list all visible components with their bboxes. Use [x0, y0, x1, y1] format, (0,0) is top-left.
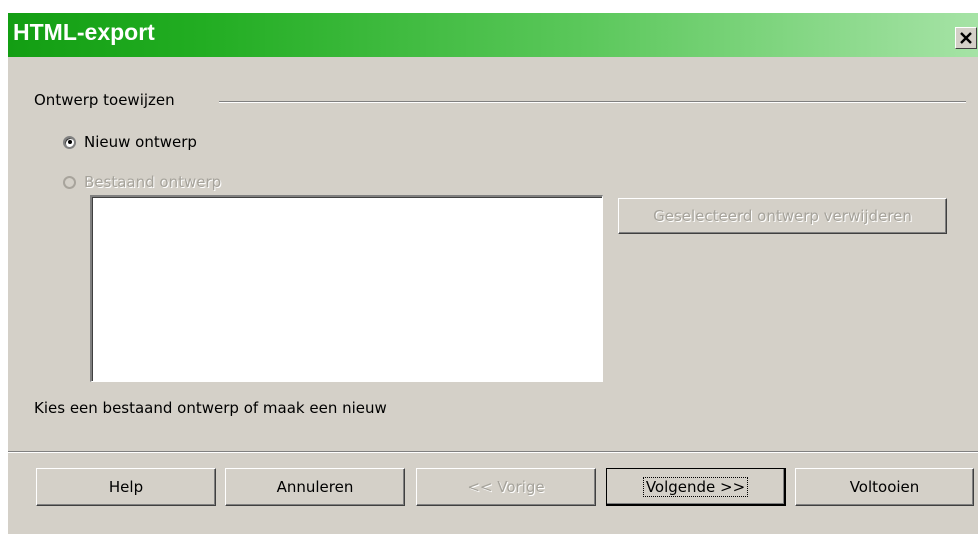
previous-button-label: << Vorige [467, 478, 545, 496]
radio-new-design-label[interactable]: Nieuw ontwerp [84, 133, 197, 151]
group-divider [219, 101, 966, 103]
radio-selected-icon[interactable] [63, 135, 76, 149]
group-label-assign-design: Ontwerp toewijzen [34, 91, 175, 109]
html-export-dialog: HTML-export Ontwerp toewijzen Nieuw ontw… [7, 12, 978, 534]
hint-text: Kies een bestaand ontwerp of maak een ni… [34, 399, 387, 417]
delete-selected-design-label: Geselecteerd ontwerp verwijderen [653, 207, 912, 225]
title-bar[interactable]: HTML-export [8, 13, 978, 57]
radio-unselected-icon [63, 175, 76, 189]
finish-button[interactable]: Voltooien [795, 468, 974, 506]
footer-divider [8, 451, 978, 453]
window-title: HTML-export [13, 19, 155, 45]
delete-selected-design-button: Geselecteerd ontwerp verwijderen [618, 198, 947, 234]
radio-existing-design-label: Bestaand ontwerp [84, 173, 222, 191]
radio-existing-design: Bestaand ontwerp [63, 173, 221, 191]
radio-new-design[interactable]: Nieuw ontwerp [63, 133, 197, 151]
help-button-label: Help [108, 478, 144, 496]
next-button-label: Volgende >> [642, 476, 749, 497]
design-list[interactable] [90, 195, 603, 382]
next-button[interactable]: Volgende >> [606, 468, 786, 506]
previous-button: << Vorige [416, 468, 596, 506]
close-button[interactable] [955, 27, 977, 49]
cancel-button-label: Annuleren [276, 478, 354, 496]
cancel-button[interactable]: Annuleren [225, 468, 405, 506]
close-icon [960, 32, 972, 44]
help-button[interactable]: Help [36, 468, 216, 506]
finish-button-label: Voltooien [849, 478, 920, 496]
